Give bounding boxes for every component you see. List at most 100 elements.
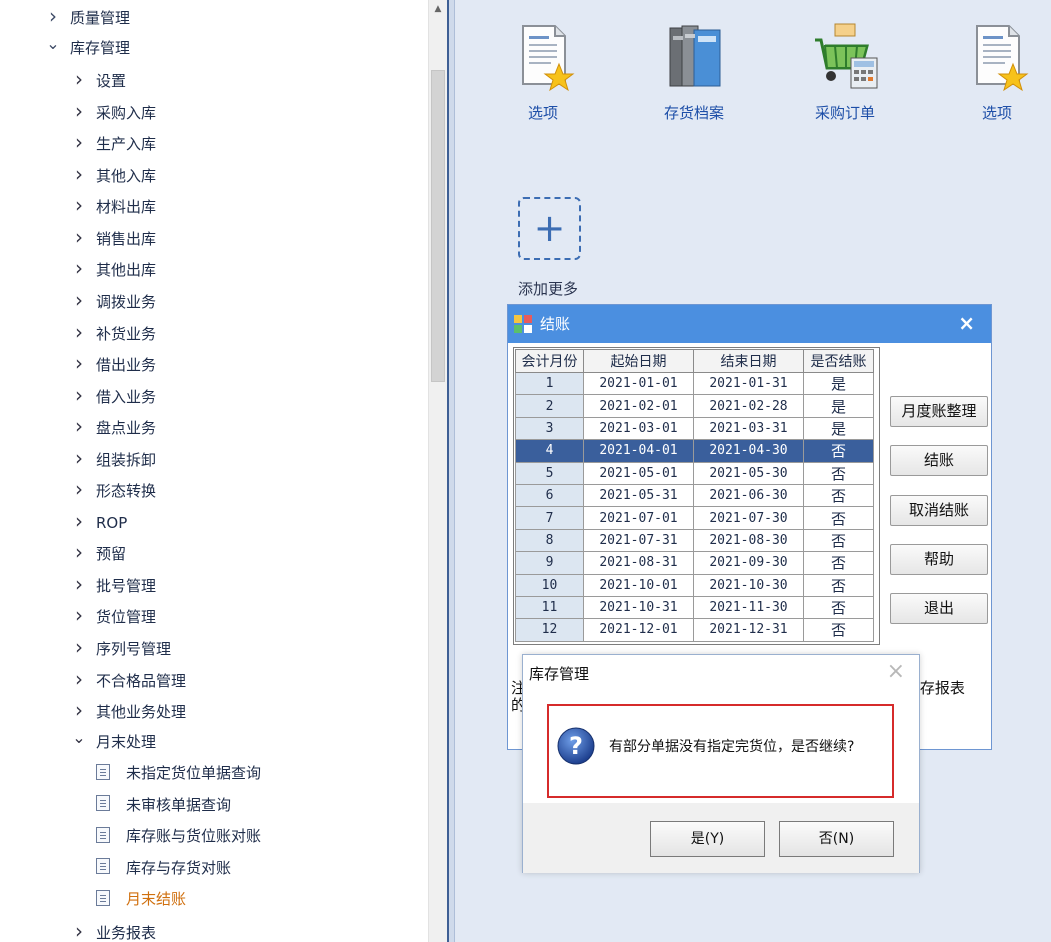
month-cell[interactable]: 4 <box>515 439 584 463</box>
end-date-cell[interactable]: 2021-12-31 <box>693 618 804 642</box>
tree-item[interactable]: › 不合格品管理 <box>70 667 186 691</box>
shortcut-options-2[interactable]: 选项 <box>942 22 1051 123</box>
closed-status-cell[interactable]: 否 <box>803 551 874 575</box>
chevron-right-icon[interactable]: › <box>70 256 88 280</box>
chevron-right-icon[interactable]: › <box>70 193 88 217</box>
tree-item[interactable]: ⌄ 月末处理 <box>70 728 156 754</box>
tree-item[interactable]: › 借出业务 <box>70 351 156 375</box>
table-row[interactable]: 1 2021-01-01 2021-01-31 是 <box>515 371 874 396</box>
chevron-right-icon[interactable]: › <box>70 446 88 470</box>
table-row[interactable]: 12 2021-12-01 2021-12-31 否 <box>515 618 874 642</box>
chevron-right-icon[interactable]: › <box>70 603 88 627</box>
chevron-right-icon[interactable]: › <box>44 4 62 28</box>
end-date-cell[interactable]: 2021-09-30 <box>693 551 804 575</box>
month-cell[interactable]: 8 <box>515 528 584 553</box>
close-icon[interactable]: × <box>887 659 905 684</box>
closed-status-cell[interactable]: 否 <box>803 595 874 620</box>
tree-item[interactable]: › 其他入库 <box>70 162 156 186</box>
tree-item[interactable]: 未指定货位单据查询 <box>96 761 261 785</box>
tree-item[interactable]: › 质量管理 <box>44 4 130 28</box>
tree-item[interactable]: › 序列号管理 <box>70 635 171 659</box>
closed-status-cell[interactable]: 是 <box>803 416 874 441</box>
table-row[interactable]: 7 2021-07-01 2021-07-30 否 <box>515 506 874 530</box>
tree-item[interactable]: › 调拨业务 <box>70 288 156 312</box>
start-date-cell[interactable]: 2021-10-31 <box>583 595 694 620</box>
help-button[interactable]: 帮助 <box>890 544 988 575</box>
tree-item[interactable]: › 补货业务 <box>70 320 156 344</box>
tree-item[interactable]: ⌄ 库存管理 <box>44 34 130 60</box>
chevron-right-icon[interactable]: › <box>70 130 88 154</box>
yes-button[interactable]: 是(Y) <box>650 821 765 857</box>
tree-item[interactable]: 月末结账 <box>96 887 186 911</box>
chevron-right-icon[interactable]: › <box>70 509 88 533</box>
tree-item[interactable]: › 组装拆卸 <box>70 446 156 470</box>
end-date-cell[interactable]: 2021-11-30 <box>693 595 804 620</box>
tree-item[interactable]: › 预留 <box>70 540 126 564</box>
table-row[interactable]: 2 2021-02-01 2021-02-28 是 <box>515 394 874 418</box>
month-cell[interactable]: 1 <box>515 371 584 396</box>
table-row[interactable]: 11 2021-10-31 2021-11-30 否 <box>515 595 874 620</box>
chevron-right-icon[interactable]: › <box>70 698 88 722</box>
start-date-cell[interactable]: 2021-03-01 <box>583 416 694 441</box>
month-cell[interactable]: 9 <box>515 551 584 575</box>
tree-item[interactable]: › 其他业务处理 <box>70 698 186 722</box>
tree-item[interactable]: › 材料出库 <box>70 193 156 217</box>
table-row[interactable]: 3 2021-03-01 2021-03-31 是 <box>515 416 874 441</box>
closed-status-cell[interactable]: 否 <box>803 461 874 485</box>
tree-item[interactable]: 库存账与货位账对账 <box>96 824 261 848</box>
table-row[interactable]: 9 2021-08-31 2021-09-30 否 <box>515 551 874 575</box>
start-date-cell[interactable]: 2021-08-31 <box>583 551 694 575</box>
closed-status-cell[interactable]: 是 <box>803 371 874 396</box>
no-button[interactable]: 否(N) <box>779 821 894 857</box>
month-cell[interactable]: 2 <box>515 394 584 418</box>
month-cell[interactable]: 7 <box>515 506 584 530</box>
close-icon[interactable]: × <box>958 311 975 335</box>
month-cell[interactable]: 5 <box>515 461 584 485</box>
tree-item[interactable]: › 借入业务 <box>70 383 156 407</box>
closed-status-cell[interactable]: 否 <box>803 528 874 553</box>
chevron-right-icon[interactable]: › <box>70 667 88 691</box>
chevron-right-icon[interactable]: › <box>70 320 88 344</box>
chevron-right-icon[interactable]: › <box>70 225 88 249</box>
shortcut-inventory-archive[interactable]: 存货档案 <box>639 22 749 123</box>
start-date-cell[interactable]: 2021-01-01 <box>583 371 694 396</box>
add-more-button[interactable]: + <box>518 197 581 260</box>
start-date-cell[interactable]: 2021-12-01 <box>583 618 694 642</box>
closed-status-cell[interactable]: 否 <box>803 483 874 508</box>
table-row[interactable]: 5 2021-05-01 2021-05-30 否 <box>515 461 874 485</box>
start-date-cell[interactable]: 2021-02-01 <box>583 394 694 418</box>
tree-item[interactable]: › 采购入库 <box>70 99 156 123</box>
closed-status-cell[interactable]: 否 <box>803 506 874 530</box>
chevron-right-icon[interactable]: › <box>70 414 88 438</box>
tree-item[interactable]: 库存与存货对账 <box>96 856 231 880</box>
chevron-down-icon[interactable]: ⌄ <box>44 32 62 56</box>
column-header[interactable]: 起始日期 <box>583 349 694 373</box>
end-date-cell[interactable]: 2021-05-30 <box>693 461 804 485</box>
chevron-right-icon[interactable]: › <box>70 572 88 596</box>
chevron-right-icon[interactable]: › <box>70 919 88 942</box>
cancel-close-button[interactable]: 取消结账 <box>890 495 988 526</box>
start-date-cell[interactable]: 2021-10-01 <box>583 573 694 597</box>
column-header[interactable]: 结束日期 <box>693 349 804 373</box>
end-date-cell[interactable]: 2021-10-30 <box>693 573 804 597</box>
tree-item[interactable]: › 设置 <box>70 67 126 91</box>
chevron-right-icon[interactable]: › <box>70 67 88 91</box>
end-date-cell[interactable]: 2021-02-28 <box>693 394 804 418</box>
chevron-right-icon[interactable]: › <box>70 383 88 407</box>
column-header[interactable]: 是否结账 <box>803 349 874 373</box>
dialog-titlebar[interactable]: 结账 × <box>508 305 991 343</box>
table-row[interactable]: 6 2021-05-31 2021-06-30 否 <box>515 483 874 508</box>
table-row[interactable]: 8 2021-07-31 2021-08-30 否 <box>515 528 874 553</box>
start-date-cell[interactable]: 2021-07-31 <box>583 528 694 553</box>
tree-item[interactable]: › 批号管理 <box>70 572 156 596</box>
panel-splitter[interactable] <box>447 0 455 942</box>
chevron-right-icon[interactable]: › <box>70 288 88 312</box>
chevron-right-icon[interactable]: › <box>70 635 88 659</box>
end-date-cell[interactable]: 2021-07-30 <box>693 506 804 530</box>
end-date-cell[interactable]: 2021-03-31 <box>693 416 804 441</box>
sidebar-scrollbar[interactable]: ▲ <box>428 0 447 942</box>
shortcut-purchase-order[interactable]: 采购订单 <box>790 22 900 123</box>
start-date-cell[interactable]: 2021-07-01 <box>583 506 694 530</box>
tree-item[interactable]: › 销售出库 <box>70 225 156 249</box>
closed-status-cell[interactable]: 是 <box>803 394 874 418</box>
